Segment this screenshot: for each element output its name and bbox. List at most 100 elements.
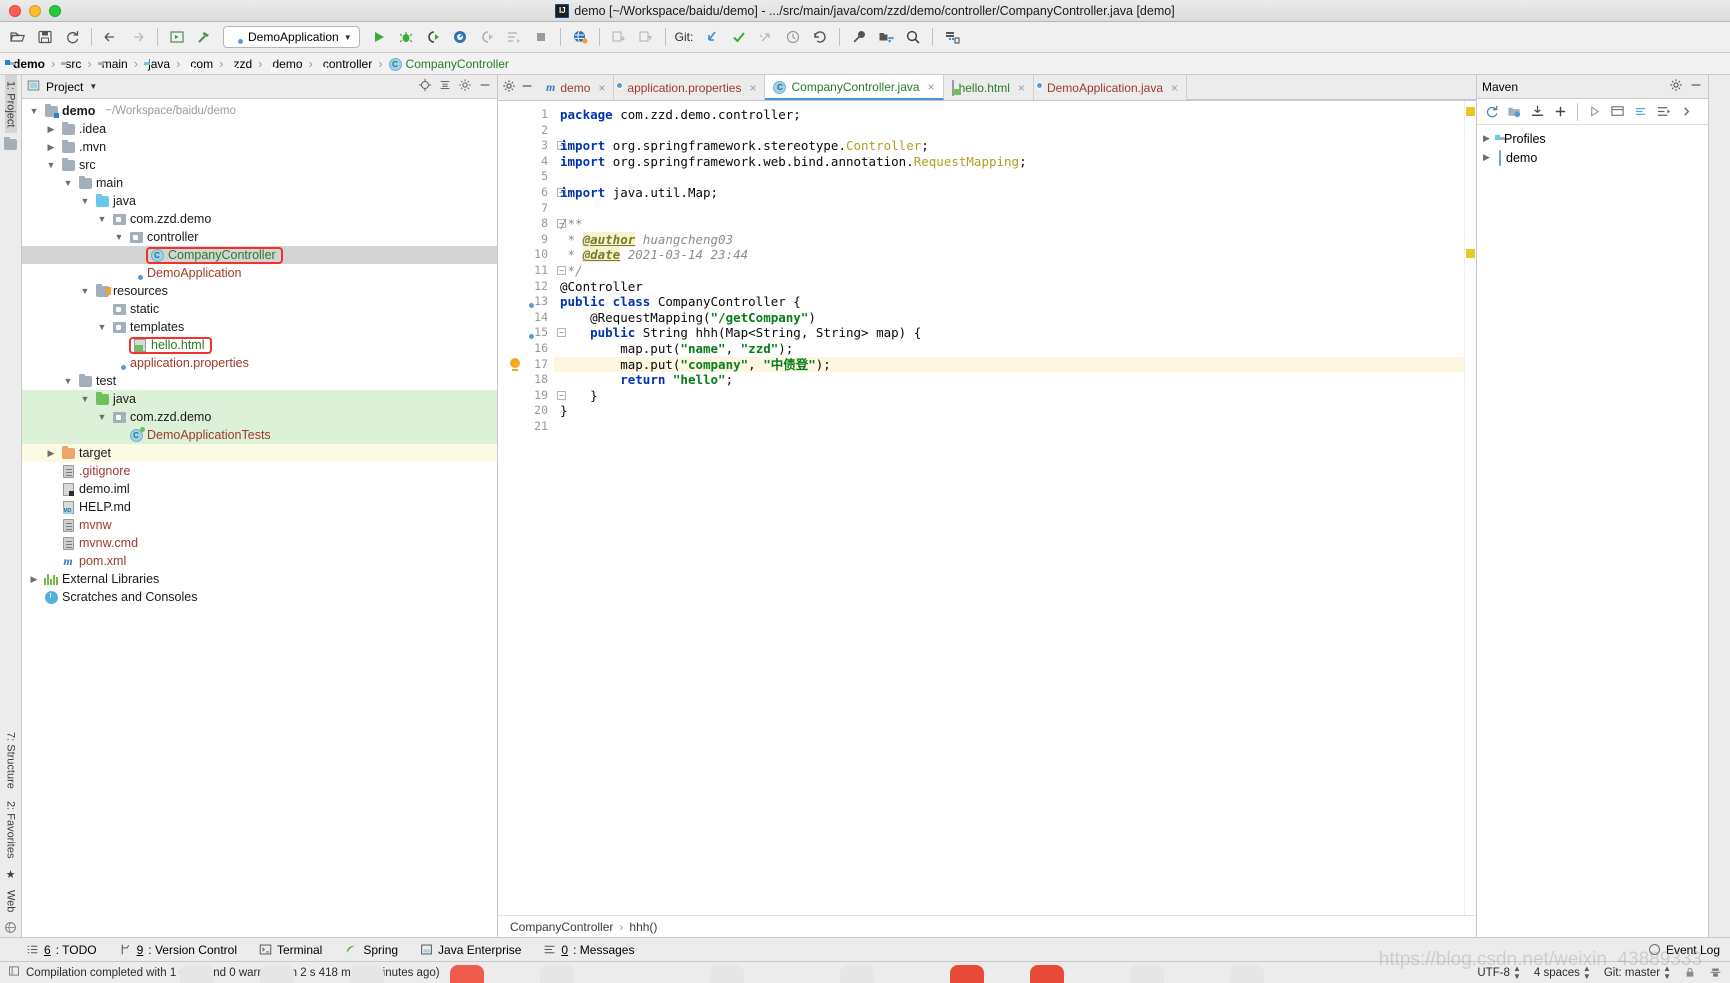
chevron-down-icon[interactable]: ▼ (96, 214, 108, 224)
spring-bean-icon[interactable] (520, 295, 535, 310)
code-line-19[interactable]: } (554, 388, 1464, 404)
breadcrumb-item-java[interactable]: java (141, 57, 173, 71)
code-line-6[interactable]: import java.util.Map; (554, 185, 1464, 201)
git-branch-selector[interactable]: Git: master ▲ ▼ (1604, 964, 1671, 981)
project-tree[interactable]: ▼ demo ~/Workspace/baidu/demo ▶ .idea ▶ .mvn ▼ s… (22, 99, 497, 937)
git-history-icon[interactable] (781, 25, 805, 49)
tree-node-main[interactable]: ▼ main (22, 174, 497, 192)
gutter-line-10[interactable]: 10 (498, 247, 554, 263)
code-line-4[interactable]: import org.springframework.web.bind.anno… (554, 154, 1464, 170)
reimport-icon[interactable] (1481, 101, 1502, 122)
skip-tests-icon[interactable] (1630, 101, 1651, 122)
gutter-line-17[interactable]: 17 (498, 357, 554, 373)
code-line-13[interactable]: public class CompanyController { (554, 294, 1464, 310)
chevron-down-icon[interactable]: ▼ (96, 322, 108, 332)
gutter-line-18[interactable]: 18 (498, 372, 554, 388)
tree-node-help-md[interactable]: HELP.md (22, 498, 497, 516)
chevron-down-icon[interactable]: ▼ (79, 394, 91, 404)
code-line-14[interactable]: @RequestMapping("/getCompany") (554, 310, 1464, 326)
gear-icon[interactable] (502, 79, 516, 96)
code-line-5[interactable] (554, 169, 1464, 185)
tree-node-static[interactable]: static (22, 300, 497, 318)
tree-node-companycontroller[interactable]: C CompanyController (22, 246, 497, 264)
code-line-17[interactable]: map.put("company", "中债登"); (554, 356, 1464, 373)
toggle-offline-icon[interactable] (1607, 101, 1628, 122)
tree-node-demo[interactable]: ▼ demo ~/Workspace/baidu/demo (22, 102, 497, 120)
gutter-line-20[interactable]: 20 (498, 403, 554, 419)
close-icon[interactable]: × (1018, 81, 1025, 95)
code-line-15[interactable]: public String hhh(Map<String, String> ma… (554, 325, 1464, 341)
tab-hello-html[interactable]: hello.html × (943, 75, 1034, 100)
gutter-line-2[interactable]: 2 (498, 123, 554, 139)
code-line-3[interactable]: import org.springframework.stereotype.Co… (554, 138, 1464, 154)
hide-minus-icon[interactable] (478, 78, 492, 95)
chevron-down-icon[interactable]: ▼ (28, 106, 40, 116)
encoding-selector[interactable]: UTF-8 ▲ ▼ (1477, 964, 1521, 981)
chevron-right-icon[interactable]: ▶ (45, 142, 57, 153)
indent-selector[interactable]: 4 spaces ▲ ▼ (1534, 964, 1591, 981)
sidebar-strip-icon-holder[interactable] (4, 133, 17, 156)
tree-node--mvn[interactable]: ▶ .mvn (22, 138, 497, 156)
tree-node-resources[interactable]: ▼ resources (22, 282, 497, 300)
chevron-right-icon[interactable]: ▶ (1483, 133, 1494, 144)
sidebar-item-structure[interactable]: 7: Structure (5, 726, 17, 795)
gutter-line-1[interactable]: 1 (498, 107, 554, 123)
stop-icon[interactable] (529, 25, 553, 49)
tab-demoapplication-java[interactable]: DemoApplication.java × (1033, 75, 1188, 100)
code-line-21[interactable] (554, 419, 1464, 435)
tree-node-demo-iml[interactable]: demo.iml (22, 480, 497, 498)
editor-breadcrumb-item[interactable]: CompanyController (510, 920, 613, 934)
tab-application-properties[interactable]: application.properties × (614, 75, 766, 100)
gutter-line-3[interactable]: 3− (498, 138, 566, 154)
tree-node-scratches-and-consoles[interactable]: Scratches and Consoles (22, 588, 497, 606)
tree-node--gitignore[interactable]: .gitignore (22, 462, 497, 480)
breadcrumb-item-src[interactable]: src (58, 57, 84, 71)
gutter-line-5[interactable]: 5 (498, 169, 554, 185)
back-arrow-icon[interactable] (99, 25, 123, 49)
gutter-line-6[interactable]: 6− (498, 185, 566, 201)
gutter-line-11[interactable]: 11− (498, 263, 566, 279)
maven-node-demo[interactable]: ▶ demo (1477, 148, 1708, 167)
execute-goal-icon[interactable] (1653, 101, 1674, 122)
code-line-8[interactable]: /** (554, 216, 1464, 232)
browser-icon[interactable] (568, 25, 592, 49)
gutter-line-13[interactable]: 13 (498, 294, 554, 310)
tree-node-templates[interactable]: ▼ templates (22, 318, 497, 336)
run-icon[interactable] (367, 25, 391, 49)
chevron-down-icon[interactable]: ▼ (113, 232, 125, 242)
tree-node-demoapplicationtests[interactable]: C DemoApplicationTests (22, 426, 497, 444)
chevron-down-icon[interactable]: ▼ (96, 412, 108, 422)
tree-node-target[interactable]: ▶ target (22, 444, 497, 462)
breadcrumb-item-demo[interactable]: demo (5, 57, 48, 71)
editor-breadcrumb-item[interactable]: hhh() (629, 920, 657, 934)
code-line-11[interactable]: */ (554, 263, 1464, 279)
import-icon[interactable] (607, 25, 631, 49)
run-with-args-icon[interactable] (502, 25, 526, 49)
database-icon[interactable] (940, 25, 964, 49)
settings-wrench-icon[interactable] (847, 25, 871, 49)
open-folder-icon[interactable] (6, 25, 30, 49)
event-log-group[interactable]: Event Log (1648, 943, 1730, 957)
chevron-down-icon[interactable]: ▼ (45, 160, 57, 170)
lock-icon[interactable] (1684, 966, 1696, 979)
save-all-icon[interactable] (33, 25, 57, 49)
tab-demo[interactable]: m demo × (538, 75, 615, 100)
run-configuration-selector[interactable]: DemoApplication ▼ (223, 26, 360, 48)
toolwindow-version-control[interactable]: 9: Version Control (119, 943, 237, 957)
tree-node-hello-html[interactable]: hello.html (22, 336, 497, 354)
toolwindow-spring[interactable]: Spring (344, 943, 398, 957)
gutter-line-21[interactable]: 21 (498, 419, 554, 435)
toolwindow-java-enterprise[interactable]: Java Enterprise (420, 943, 521, 957)
toolwindow-terminal[interactable]: Terminal (259, 943, 322, 957)
download-sources-icon[interactable] (1527, 101, 1548, 122)
breadcrumb-item-companycontroller[interactable]: C CompanyController (386, 56, 512, 71)
hide-minus-icon[interactable] (520, 79, 534, 96)
code-line-18[interactable]: return "hello"; (554, 372, 1464, 388)
chevron-right-icon[interactable]: ▶ (1483, 152, 1494, 163)
code-line-2[interactable] (554, 123, 1464, 139)
inspector-icon[interactable] (1709, 966, 1722, 979)
chevron-down-icon[interactable]: ▼ (79, 286, 91, 296)
hide-minus-icon[interactable] (1689, 78, 1703, 95)
code-editor[interactable]: 1 2 3−4 5 6−7 8−9 10 11−12 13 14 15−16 17 18 19−20 21 … (498, 101, 1476, 915)
locate-target-icon[interactable] (418, 78, 432, 95)
